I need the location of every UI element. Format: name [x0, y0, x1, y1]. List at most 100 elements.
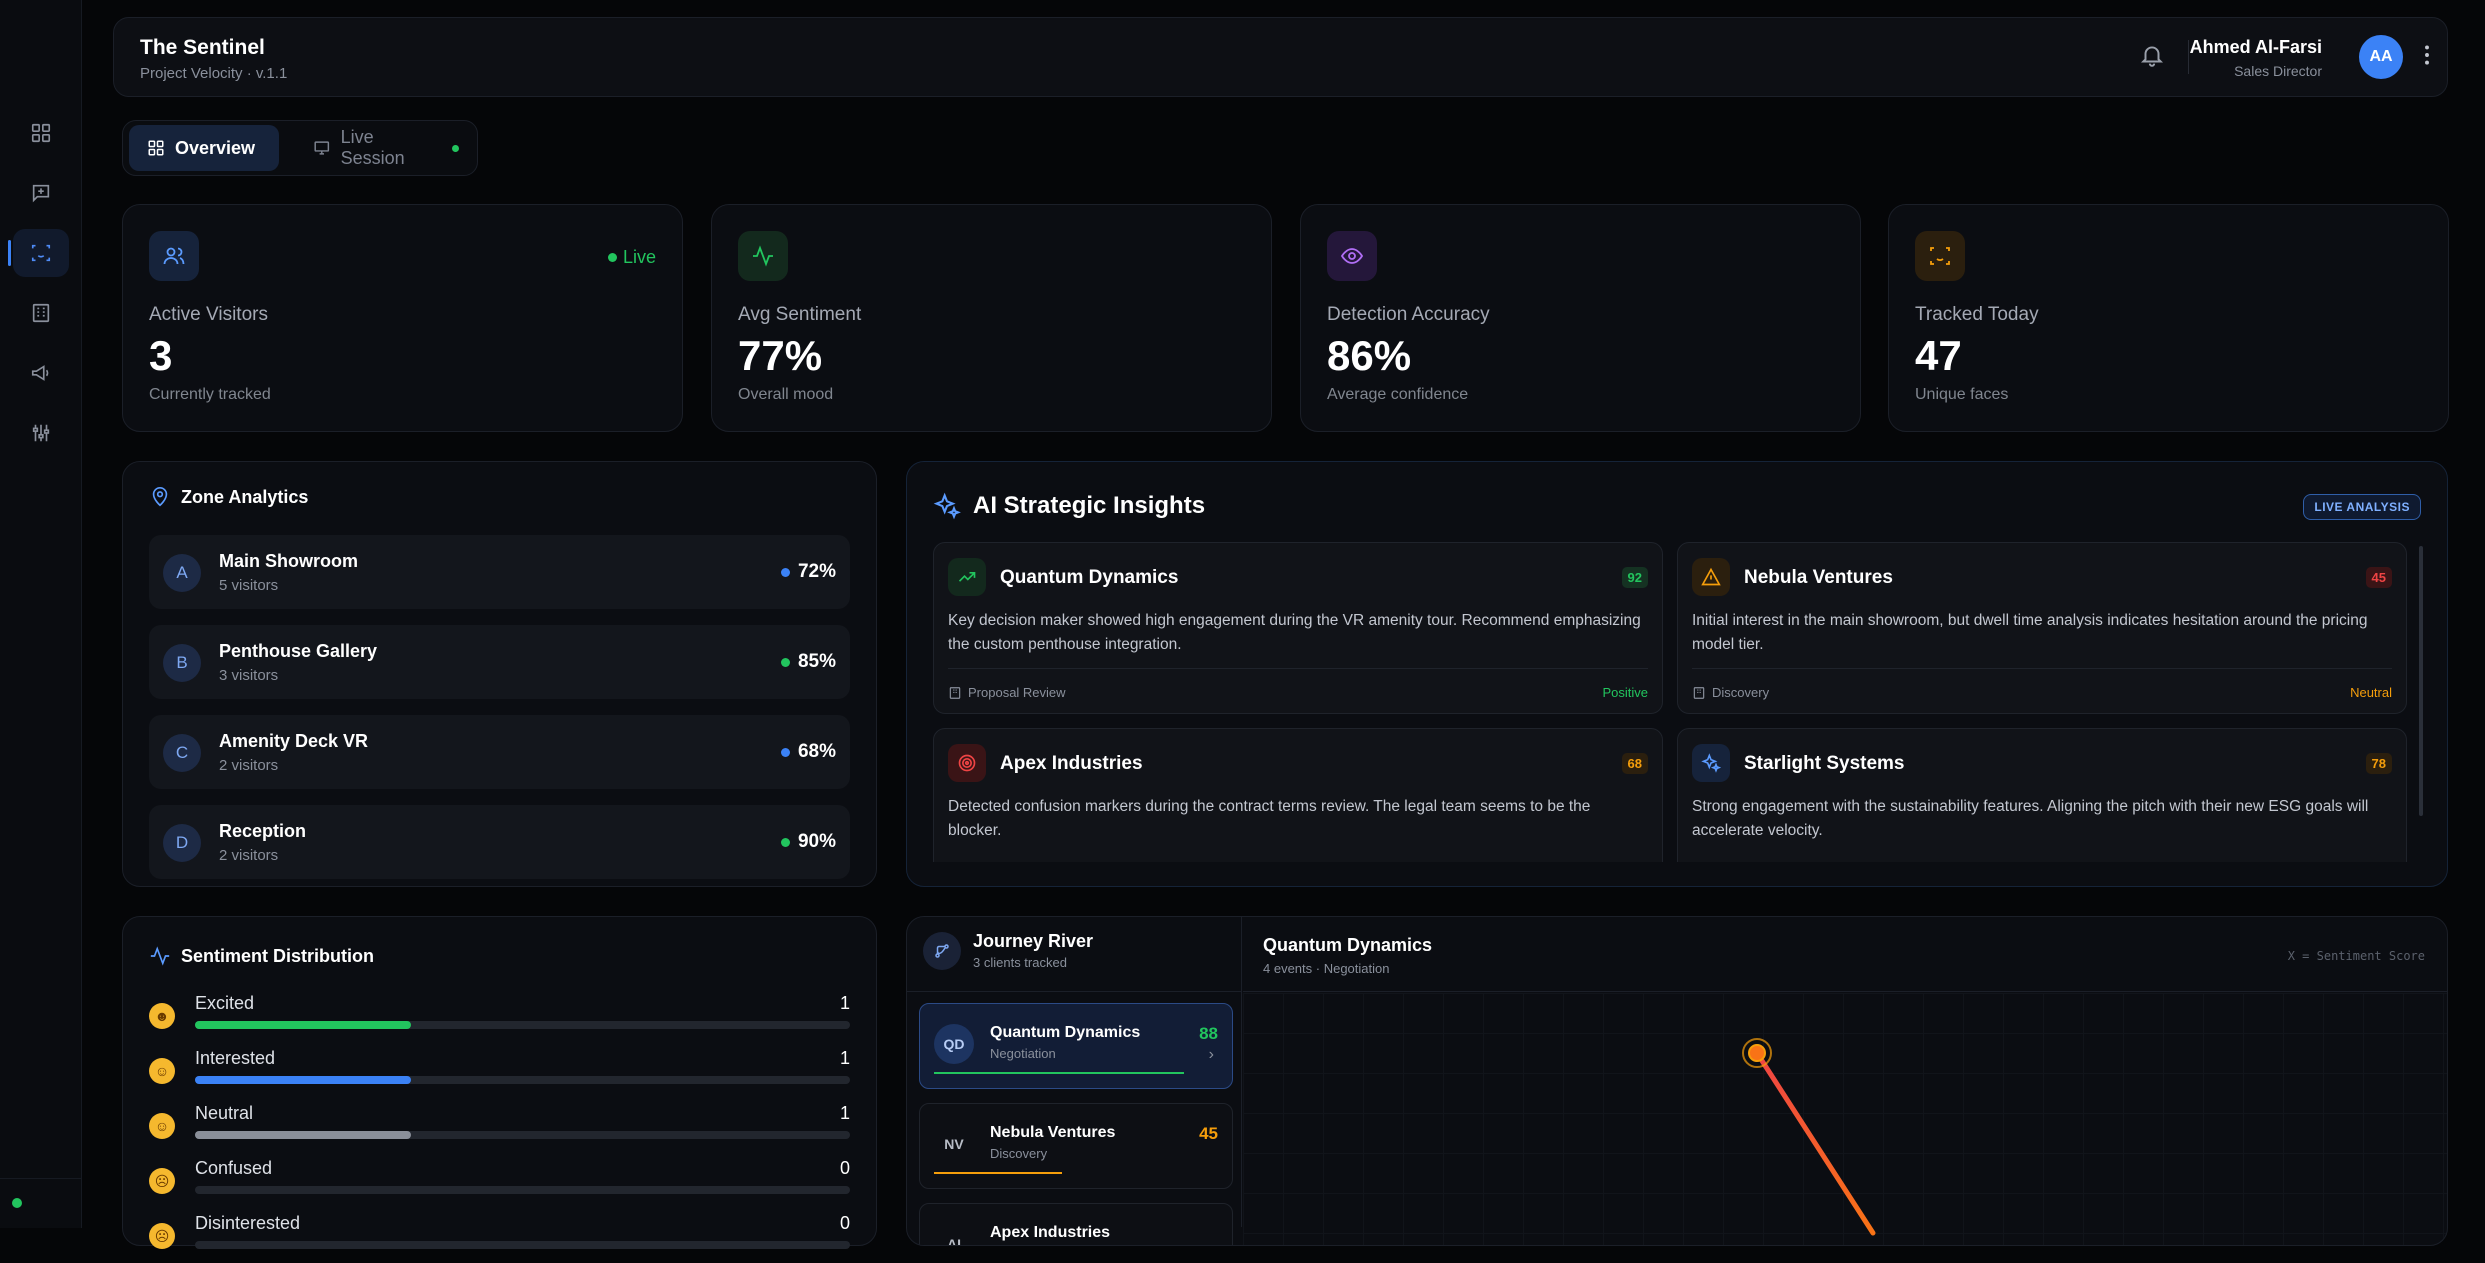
insight-stage-label: Discovery — [1712, 685, 1770, 700]
confused-emoji-icon: ☹ — [149, 1168, 175, 1194]
stat-subtitle: Average confidence — [1327, 386, 1469, 403]
nav-sliders-icon[interactable] — [13, 409, 69, 457]
nav-dashboard-icon[interactable] — [13, 109, 69, 157]
sentiment-distribution-panel: Sentiment Distribution ☻ Excited 1 ☺ Int… — [122, 916, 877, 1249]
insight-text: Initial interest in the main showroom, b… — [1692, 612, 2368, 653]
stat-label: Avg Sentiment — [738, 304, 862, 325]
neutral-emoji-icon: ☺ — [149, 1113, 175, 1139]
insight-divider — [1692, 668, 2392, 669]
sentiment-count: 1 — [839, 993, 850, 1013]
sentiment-bar-track — [195, 1021, 850, 1029]
zone-analytics-panel: Zone Analytics A Main Showroom 5 visitor… — [122, 461, 877, 887]
sentiment-label: Excited — [195, 993, 255, 1013]
stat-label: Active Visitors — [149, 304, 268, 325]
sentiment-row: ☹ Confused 0 — [149, 1158, 850, 1208]
sentiment-label: Neutral — [195, 1103, 254, 1123]
journey-river-canvas[interactable] — [1243, 993, 2447, 1245]
client-stage: Discovery — [990, 1146, 1048, 1161]
journey-client-list: Journey River 3 clients tracked QD Quant… — [907, 917, 1242, 1245]
journey-path-line — [1754, 1050, 1876, 1236]
journey-client-item[interactable]: QD Quantum Dynamics Negotiation 88 › — [919, 1003, 1233, 1089]
zone-percent: 90% — [797, 831, 836, 852]
insights-scrollbar[interactable] — [2419, 546, 2423, 816]
stat-label: Detection Accuracy — [1327, 304, 1490, 325]
stat-value: 77% — [738, 332, 823, 379]
insight-text: Detected confusion markers during the co… — [948, 798, 1591, 839]
client-name: Nebula Ventures — [990, 1124, 1116, 1141]
insight-client-name: Quantum Dynamics — [1000, 567, 1179, 588]
insights-list: Quantum Dynamics 92 Key decision maker s… — [933, 542, 2423, 862]
zone-percent: 72% — [797, 561, 836, 582]
side-nav — [0, 0, 82, 1228]
app-title: The Sentinel — [140, 36, 265, 59]
zone-engagement: 72% — [780, 561, 836, 583]
journey-client-item[interactable]: AI Apex Industries — [919, 1203, 1233, 1245]
stat-value: 86% — [1327, 332, 1412, 379]
zone-visitors: 2 visitors — [219, 757, 279, 774]
insight-card[interactable]: Quantum Dynamics 92 Key decision maker s… — [933, 542, 1663, 714]
insight-score: 78 — [2365, 753, 2392, 774]
more-options-icon[interactable] — [2414, 42, 2440, 73]
zone-engagement: 85% — [780, 651, 836, 673]
excited-emoji-icon: ☻ — [149, 1003, 175, 1029]
live-analysis-badge: LIVE ANALYSIS — [2303, 494, 2421, 520]
journey-river-svg — [1742, 1038, 1876, 1236]
zone-row[interactable]: B Penthouse Gallery 3 visitors 85% — [149, 625, 850, 699]
insight-card[interactable]: Nebula Ventures 45 Initial interest in t… — [1677, 542, 2407, 714]
sentiment-bar-track — [195, 1241, 850, 1249]
tab-overview-label: Overview — [175, 137, 256, 158]
client-name: Quantum Dynamics — [990, 1024, 1141, 1041]
warning-icon — [1692, 558, 1730, 596]
zone-row[interactable]: A Main Showroom 5 visitors 72% — [149, 535, 850, 609]
zone-row[interactable]: D Reception 2 visitors 90% — [149, 805, 850, 879]
insight-stage: Proposal Review — [948, 685, 1066, 700]
nav-building-icon[interactable] — [13, 289, 69, 337]
zone-status-dot — [780, 837, 790, 847]
stat-value: 3 — [149, 332, 173, 379]
building-icon — [1693, 686, 1705, 699]
journey-client-item[interactable]: NV Nebula Ventures Discovery 45 — [919, 1103, 1233, 1189]
zone-name: Penthouse Gallery — [219, 641, 378, 661]
journey-detail-subtitle: 4 events · Negotiation — [1263, 961, 1390, 976]
insight-client-name: Starlight Systems — [1744, 753, 1905, 774]
journey-divider — [907, 991, 1241, 992]
insight-tone: Positive — [1602, 685, 1648, 700]
sentiment-row: ☻ Excited 1 — [149, 993, 850, 1043]
sentiment-label: Disinterested — [195, 1213, 301, 1233]
sentiment-count: 1 — [839, 1048, 850, 1068]
insight-tone: Neutral — [2350, 685, 2392, 700]
sentiment-label: Interested — [195, 1048, 276, 1068]
sentiment-distribution-header: Sentiment Distribution — [149, 945, 374, 967]
tab-overview[interactable]: Overview — [129, 125, 279, 171]
zone-row[interactable]: C Amenity Deck VR 2 visitors 68% — [149, 715, 850, 789]
connection-status-dot — [12, 1198, 22, 1208]
sentiment-bar-fill — [195, 1021, 412, 1029]
nav-face-scan-icon[interactable] — [8, 229, 69, 277]
insight-card[interactable]: Apex Industries 68 Detected confusion ma… — [933, 728, 1663, 862]
insight-card[interactable]: Starlight Systems 78 Strong engagement w… — [1677, 728, 2407, 862]
zone-visitors: 3 visitors — [219, 667, 279, 684]
activity-icon — [738, 231, 788, 281]
client-progress-bar — [934, 1172, 1062, 1174]
zone-status-dot — [780, 567, 790, 577]
stat-card-tracked-today: Tracked Today 47 Unique faces — [1888, 204, 2449, 432]
client-initials: QD — [934, 1024, 974, 1064]
journey-event-node[interactable] — [1748, 1044, 1766, 1062]
nav-messages-icon[interactable] — [13, 169, 69, 217]
journey-detail-divider — [1243, 991, 2447, 992]
sentiment-bar-track — [195, 1186, 850, 1194]
zone-percent: 85% — [797, 651, 836, 672]
client-name: Apex Industries — [990, 1224, 1111, 1241]
tab-live-session[interactable]: Live Session — [295, 125, 477, 171]
stat-label: Tracked Today — [1915, 304, 2039, 325]
insight-text: Strong engagement with the sustainabilit… — [1692, 798, 2369, 839]
client-score: 45 — [1199, 1124, 1218, 1143]
stat-subtitle: Overall mood — [738, 386, 834, 403]
nav-megaphone-icon[interactable] — [13, 349, 69, 397]
interested-emoji-icon: ☺ — [149, 1058, 175, 1084]
zone-badge: D — [163, 824, 201, 862]
zone-status-dot — [780, 747, 790, 757]
user-avatar[interactable]: AA — [2359, 35, 2403, 79]
notifications-bell-icon[interactable] — [2139, 42, 2165, 73]
journey-river-header: Journey River 3 clients tracked — [923, 931, 1093, 970]
